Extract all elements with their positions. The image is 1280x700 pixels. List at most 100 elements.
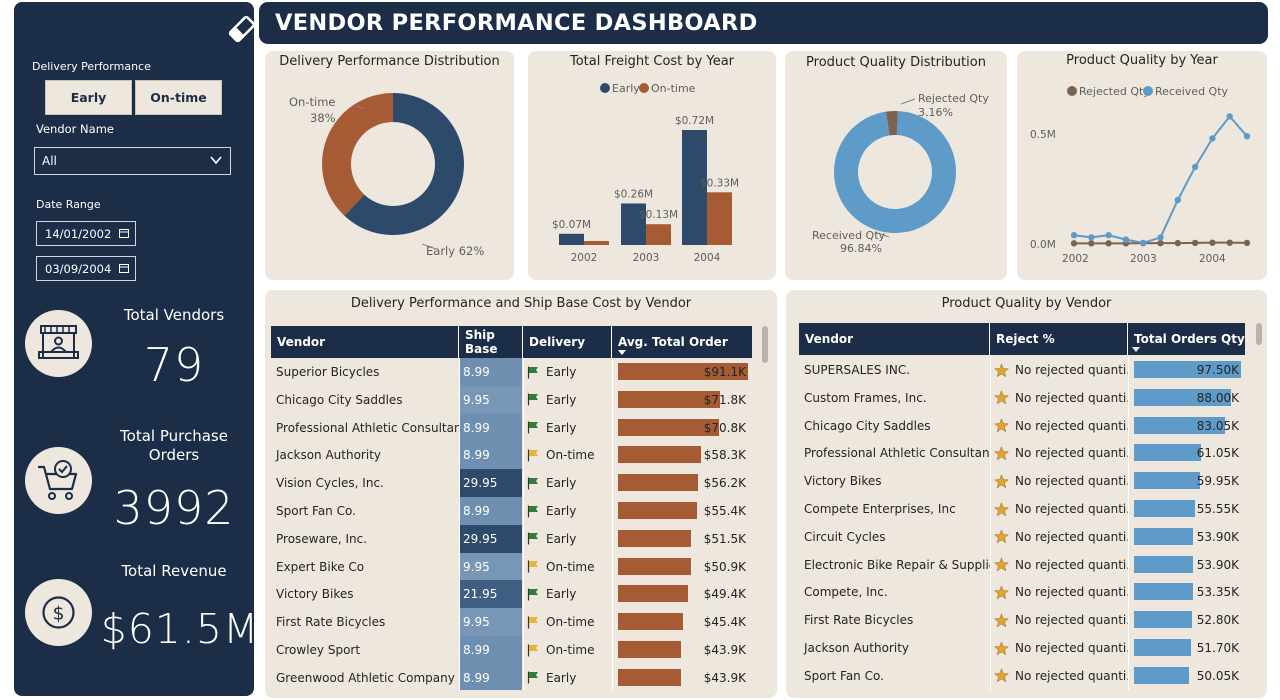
point-rejected-qty-2002-07[interactable] xyxy=(1105,240,1112,247)
avg-order-value: $50.9K xyxy=(703,559,746,574)
delivery-status: On-time xyxy=(546,615,595,630)
bar-early-2002[interactable] xyxy=(559,233,584,245)
cell-vendor: SUPERSALES INC. xyxy=(804,363,911,377)
table-row[interactable]: Sport Fan Co. 8.99 Early $55.4K xyxy=(271,497,752,525)
table-row[interactable]: Custom Frames, Inc. No rejected quanti...… xyxy=(799,384,1245,412)
column-header-reject-pct[interactable]: Reject % xyxy=(990,323,1128,355)
date-start-input[interactable]: 14/01/2002 xyxy=(36,221,136,246)
avg-order-value: $56.2K xyxy=(703,476,746,491)
flag-icon xyxy=(527,421,538,434)
date-end-input[interactable]: 03/09/2004 xyxy=(36,256,136,281)
vendor-dropdown[interactable]: All xyxy=(34,147,231,175)
table-row[interactable]: Chicago City Saddles No rejected quanti..… xyxy=(799,412,1245,440)
column-header-label: Total Orders Qty xyxy=(1134,332,1245,346)
point-rejected-qty-2003-10[interactable] xyxy=(1191,239,1199,247)
delivery-status: Early xyxy=(546,504,577,518)
filter-early-button[interactable]: Early xyxy=(45,80,132,115)
table-row[interactable]: Expert Bike Co 9.95 On-time $50.9K xyxy=(271,552,752,581)
table-row[interactable]: Greenwood Athletic Company 8.99 Early $43.9… xyxy=(271,663,752,690)
column-divider xyxy=(523,358,524,690)
table-row[interactable]: Electronic Bike Repair & Supplies No reje… xyxy=(799,551,1245,579)
point-rejected-qty-2003-07[interactable] xyxy=(1174,239,1181,247)
table-row[interactable]: Jackson Authority 8.99 On-time $58.3K xyxy=(271,441,752,470)
column-divider xyxy=(459,358,460,690)
table-row[interactable]: First Rate Bicycles No rejected quanti...… xyxy=(799,606,1245,634)
reject-status: No rejected quanti... xyxy=(1015,641,1128,655)
cell-delivery: On-time xyxy=(527,553,612,581)
table-row[interactable]: Proseware, Inc. 29.95 Early $51.5K xyxy=(271,524,752,553)
table-row[interactable]: Superior Bicycles 8.99 Early $91.1K xyxy=(271,358,752,386)
table-row[interactable]: Compete, Inc. No rejected quanti... 53.35K xyxy=(799,578,1245,606)
point-rejected-qty-2002-04[interactable] xyxy=(1088,240,1095,247)
table-row[interactable]: Professional Athletic Consultants No reje… xyxy=(799,439,1245,467)
table-row[interactable]: First Rate Bicycles 9.95 On-time $45.4K xyxy=(271,608,752,637)
point-received-qty-2004-01[interactable] xyxy=(1209,135,1216,142)
orders-qty-value: 59.95K xyxy=(1196,474,1239,489)
point-rejected-qty-2004-04[interactable] xyxy=(1226,239,1233,246)
slice-label-received: Received Qty xyxy=(812,229,886,242)
quality-table-card: Product Quality by Vendor Vendor Reject … xyxy=(786,290,1267,698)
bar-on-time-2004[interactable] xyxy=(707,192,732,245)
column-header-total-orders-qty[interactable]: Total Orders Qty xyxy=(1128,323,1245,355)
bar-on-time-2003[interactable] xyxy=(646,224,671,245)
bar-on-time-2002[interactable] xyxy=(584,241,609,245)
reject-status: No rejected quanti... xyxy=(1015,363,1128,377)
slice-pct-ontime: 38% xyxy=(310,111,336,125)
column-header-ship-base[interactable]: Ship Base xyxy=(459,326,523,358)
reject-status: No rejected quanti... xyxy=(1015,585,1128,600)
cell-reject-pct: No rejected quanti... xyxy=(994,578,1128,606)
point-received-qty-2002-04[interactable] xyxy=(1088,234,1095,241)
scrollbar-thumb[interactable] xyxy=(1256,323,1262,345)
point-rejected-qty-2002-01[interactable] xyxy=(1070,240,1078,247)
cell-ship-base: 8.99 xyxy=(459,636,522,664)
table-row[interactable]: Sport Fan Co. No rejected quanti... 50.05K xyxy=(799,662,1245,690)
cell-ship-base: 8.99 xyxy=(459,441,522,470)
legend-label-received: Received Qty xyxy=(1155,85,1229,98)
table-row[interactable]: Chicago City Saddles 9.95 Early $71.8K xyxy=(271,385,752,414)
quality-table-header: Vendor Reject % Total Orders Qty xyxy=(799,323,1245,355)
vendor-filter-label: Vendor Name xyxy=(36,122,114,136)
calendar-icon[interactable] xyxy=(119,228,129,238)
table-row[interactable]: Professional Athletic Consultants 8.99 Ear… xyxy=(271,413,752,442)
table-row[interactable]: Jackson Authority No rejected quanti... 51… xyxy=(799,634,1245,662)
orders-qty-value: 97.50K xyxy=(1196,363,1239,377)
point-rejected-qty-2003-04[interactable] xyxy=(1157,239,1164,247)
delivery-status: On-time xyxy=(546,643,595,657)
orders-qty-value: 52.80K xyxy=(1196,613,1239,628)
cell-reject-pct: No rejected quanti... xyxy=(994,495,1128,523)
table-row[interactable]: Vision Cycles, Inc. 29.95 Early $56.2K xyxy=(271,469,752,498)
point-rejected-qty-2004-01[interactable] xyxy=(1209,239,1216,246)
point-received-qty-2004-07[interactable] xyxy=(1243,133,1251,140)
point-received-qty-2002-10[interactable] xyxy=(1122,236,1130,243)
legend-label-ontime: On-time xyxy=(651,82,696,95)
point-rejected-qty-2004-07[interactable] xyxy=(1243,239,1251,247)
point-received-qty-2003-04[interactable] xyxy=(1157,234,1164,241)
date-range-label: Date Range xyxy=(36,198,101,211)
orders-qty-value: 51.70K xyxy=(1196,641,1239,655)
point-received-qty-2003-01[interactable] xyxy=(1140,239,1147,247)
eraser-icon[interactable] xyxy=(227,14,254,44)
point-received-qty-2003-07[interactable] xyxy=(1174,196,1181,204)
calendar-icon[interactable] xyxy=(119,263,129,273)
point-received-qty-2003-10[interactable] xyxy=(1191,163,1199,171)
column-header-delivery[interactable]: Delivery xyxy=(523,326,612,358)
column-header-vendor[interactable]: Vendor xyxy=(271,326,459,358)
column-header-avg-total-order[interactable]: Avg. Total Order xyxy=(612,326,752,358)
quality-line-chart: Rejected Qty Received Qty 0.5M 0.0M 2002… xyxy=(1030,85,1251,265)
table-row[interactable]: Compete Enterprises, Inc No rejected quan… xyxy=(799,495,1245,523)
table-row[interactable]: Circuit Cycles No rejected quanti... 53.90… xyxy=(799,523,1245,551)
point-received-qty-2002-01[interactable] xyxy=(1070,232,1078,239)
line-received-qty[interactable] xyxy=(1073,114,1248,244)
column-header-vendor[interactable]: Vendor xyxy=(799,323,990,355)
star-icon xyxy=(994,418,1009,433)
table-row[interactable]: Crowley Sport 8.99 On-time $43.9K xyxy=(271,636,752,664)
filter-ontime-button[interactable]: On-time xyxy=(135,80,222,115)
cell-vendor: First Rate Bicycles xyxy=(804,613,914,628)
svg-text:$: $ xyxy=(52,603,64,625)
table-row[interactable]: SUPERSALES INC. No rejected quanti... 97.5… xyxy=(799,356,1245,384)
table-row[interactable]: Victory Bikes No rejected quanti... 59.95K xyxy=(799,467,1245,495)
point-received-qty-2004-04[interactable] xyxy=(1226,113,1233,120)
point-received-qty-2002-07[interactable] xyxy=(1105,232,1112,239)
table-row[interactable]: Victory Bikes 21.95 Early $49.4K xyxy=(271,580,752,609)
scrollbar-thumb[interactable] xyxy=(762,326,768,363)
